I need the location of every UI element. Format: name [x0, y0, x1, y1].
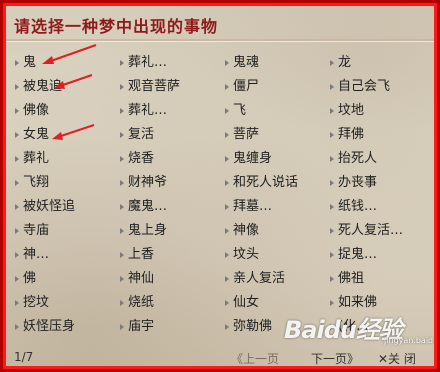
dream-item-link[interactable]: 寺庙 [14, 219, 119, 243]
baidu-jingyan-watermark: Baidu经验 jingyan.baidu.com [284, 306, 434, 346]
dream-item-link[interactable]: 鬼魂 [224, 51, 329, 75]
dream-item-link[interactable]: 捉鬼… [329, 243, 434, 267]
dream-item-link[interactable]: 拜墓… [224, 195, 329, 219]
dream-selector-panel: 请选择一种梦中出现的事物 鬼 葬礼… 鬼魂 龙 被鬼追 观音菩萨 僵尸 自己会飞… [3, 3, 437, 369]
grid-row: 佛像 葬礼… 飞 坟地 [14, 99, 434, 123]
dream-item-link[interactable]: 拜佛 [329, 123, 434, 147]
dream-item-link[interactable]: 和死人说话 [224, 171, 329, 195]
watermark-url: jingyan.baidu.com [384, 336, 434, 345]
grid-row: 被鬼追 观音菩萨 僵尸 自己会飞 [14, 75, 434, 99]
dream-item-link[interactable]: 飞翔 [14, 171, 119, 195]
dream-item-link[interactable]: 坟地 [329, 99, 434, 123]
dream-item-link[interactable]: 龙 [329, 51, 434, 75]
dream-item-link[interactable]: 神像 [224, 219, 329, 243]
dream-item-link[interactable]: 僵尸 [224, 75, 329, 99]
pagination-bar: 1/7 《上一页 下一页》 ✕关 闭 [6, 350, 434, 366]
dream-item-link[interactable]: 办丧事 [329, 171, 434, 195]
grid-row: 飞翔 财神爷 和死人说话 办丧事 [14, 171, 434, 195]
dream-item-link[interactable]: 纸钱… [329, 195, 434, 219]
grid-row: 鬼 葬礼… 鬼魂 龙 [14, 51, 434, 75]
dream-item-link[interactable]: 财神爷 [119, 171, 224, 195]
dream-item-link[interactable]: 亲人复活 [224, 267, 329, 291]
dream-item-link[interactable]: 被妖怪追 [14, 195, 119, 219]
dream-item-link[interactable]: 葬礼… [119, 51, 224, 75]
page-title: 请选择一种梦中出现的事物 [14, 17, 219, 36]
dream-item-link[interactable]: 抬死人 [329, 147, 434, 171]
grid-row: 寺庙 鬼上身 神像 死人复活… [14, 219, 434, 243]
dream-item-link[interactable]: 神… [14, 243, 119, 267]
grid-row: 葬礼 烧香 鬼缠身 抬死人 [14, 147, 434, 171]
dream-item-link[interactable]: 鬼上身 [119, 219, 224, 243]
dream-item-link[interactable]: 鬼 [14, 51, 119, 75]
dream-item-link[interactable]: 自己会飞 [329, 75, 434, 99]
grid-row: 神… 上香 坟头 捉鬼… [14, 243, 434, 267]
dream-item-link[interactable]: 女鬼 [14, 123, 119, 147]
dream-item-link[interactable]: 葬礼… [119, 99, 224, 123]
dream-item-grid: 鬼 葬礼… 鬼魂 龙 被鬼追 观音菩萨 僵尸 自己会飞 佛像 葬礼… 飞 坟地 … [14, 51, 434, 339]
dream-item-link[interactable]: 魔鬼… [119, 195, 224, 219]
dream-item-link[interactable]: 坟头 [224, 243, 329, 267]
grid-row: 女鬼 复活 菩萨 拜佛 [14, 123, 434, 147]
dream-item-link[interactable]: 烧纸 [119, 291, 224, 315]
dream-item-link[interactable]: 烧香 [119, 147, 224, 171]
close-button[interactable]: ✕关 闭 [378, 350, 416, 366]
dream-item-link[interactable]: 佛像 [14, 99, 119, 123]
dream-item-link[interactable]: 上香 [119, 243, 224, 267]
dream-item-link[interactable]: 葬礼 [14, 147, 119, 171]
dream-item-link[interactable]: 佛 [14, 267, 119, 291]
dream-item-link[interactable]: 鬼缠身 [224, 147, 329, 171]
dream-item-link[interactable]: 观音菩萨 [119, 75, 224, 99]
dream-item-link[interactable]: 挖坟 [14, 291, 119, 315]
dream-item-link[interactable]: 妖怪压身 [14, 315, 119, 339]
dream-item-link[interactable]: 死人复活… [329, 219, 434, 243]
dream-item-link[interactable]: 庙宇 [119, 315, 224, 339]
grid-row: 佛 神仙 亲人复活 佛祖 [14, 267, 434, 291]
dream-item-link[interactable]: 佛祖 [329, 267, 434, 291]
dream-item-link[interactable]: 神仙 [119, 267, 224, 291]
title-divider [6, 39, 434, 42]
next-page-button[interactable]: 下一页》 [311, 350, 359, 366]
page-indicator: 1/7 [14, 350, 34, 364]
prev-page-button[interactable]: 《上一页 [231, 350, 279, 366]
dream-item-link[interactable]: 飞 [224, 99, 329, 123]
dream-item-link[interactable]: 复活 [119, 123, 224, 147]
dream-item-link[interactable]: 被鬼追 [14, 75, 119, 99]
grid-row: 被妖怪追 魔鬼… 拜墓… 纸钱… [14, 195, 434, 219]
dream-item-link[interactable]: 菩萨 [224, 123, 329, 147]
